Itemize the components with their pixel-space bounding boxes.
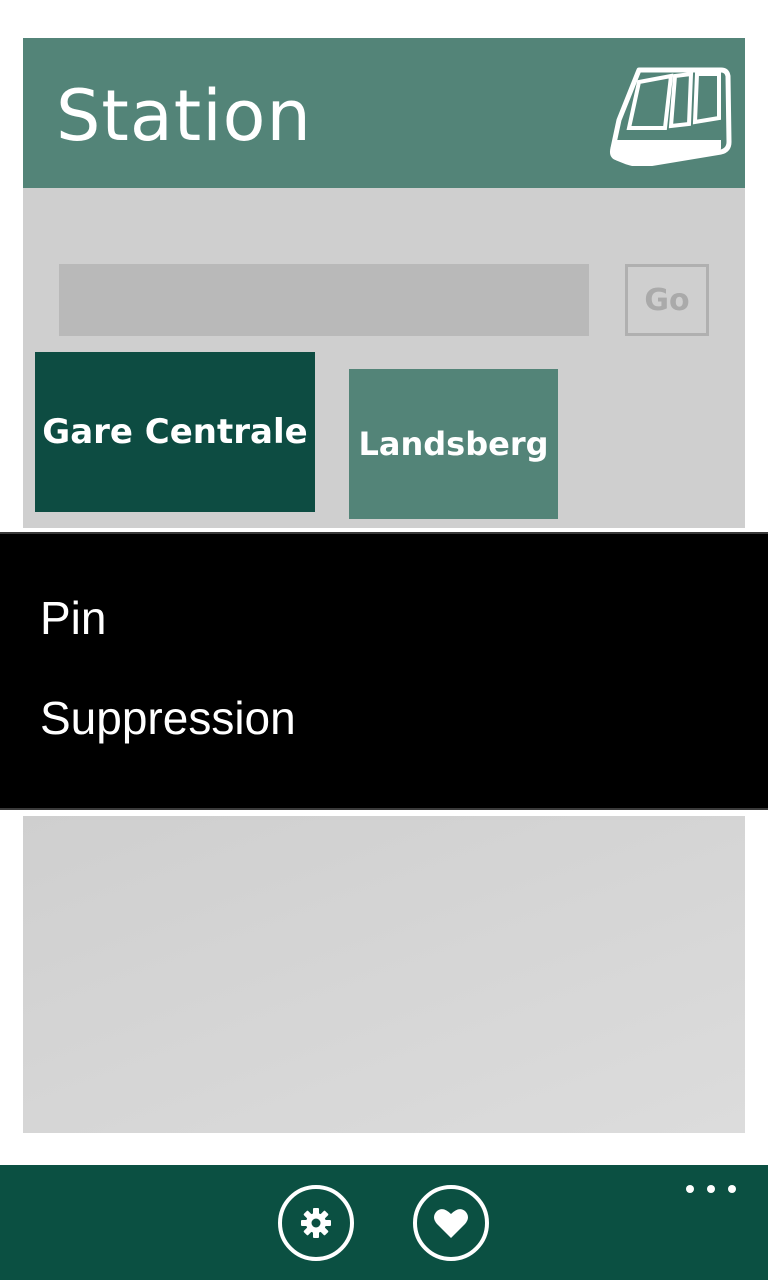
ellipsis-icon [686, 1185, 694, 1193]
tile-label: Gare Centrale [42, 412, 308, 452]
context-menu: Pin Suppression [0, 532, 768, 810]
page-title: Station [56, 75, 312, 157]
favorite-button[interactable] [413, 1185, 489, 1261]
ellipsis-icon [728, 1185, 736, 1193]
search-input[interactable] [59, 264, 589, 336]
settings-button[interactable] [278, 1185, 354, 1261]
go-button[interactable]: Go [625, 264, 709, 336]
favorite-tile-gare-centrale[interactable]: Gare Centrale [35, 352, 315, 512]
gear-icon [301, 1208, 331, 1238]
menu-item-suppression[interactable]: Suppression [40, 690, 296, 746]
tile-label: Landsberg [358, 425, 549, 463]
ellipsis-icon [707, 1185, 715, 1193]
menu-item-pin[interactable]: Pin [40, 590, 106, 646]
header-bar: Station [23, 38, 745, 188]
favorite-tile-landsberg[interactable]: Landsberg [349, 369, 558, 519]
more-options-button[interactable] [686, 1179, 736, 1199]
heart-icon [434, 1209, 468, 1238]
tram-icon [610, 67, 732, 166]
station-search-panel: Go Gare Centrale Landsberg [23, 188, 745, 528]
content-area [23, 816, 745, 1133]
app-bar [0, 1165, 768, 1280]
